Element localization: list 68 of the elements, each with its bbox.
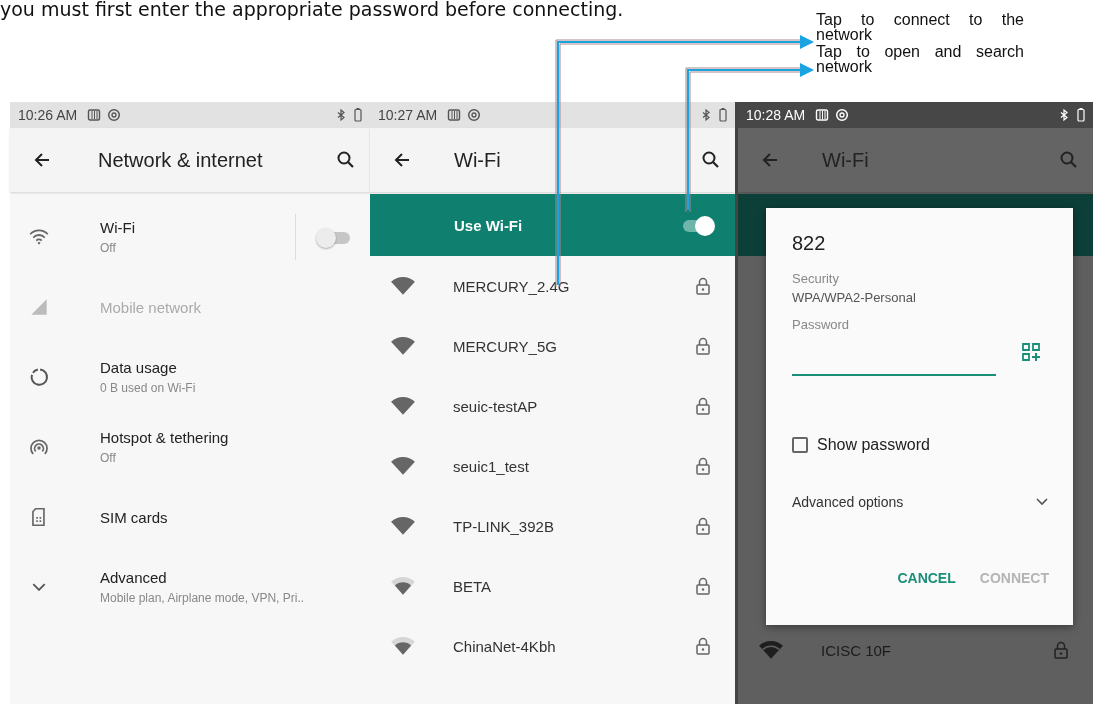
use-wifi-label: Use Wi-Fi <box>454 216 524 234</box>
settings-item[interactable]: Advanced Mobile plan, Airplane mode, VPN, Pri.. <box>10 552 370 622</box>
settings-item[interactable]: Wi-Fi Off <box>10 202 370 272</box>
network-name: seuic1_test <box>453 457 530 475</box>
screen-title: Network & internet <box>98 148 264 172</box>
search-icon[interactable] <box>336 150 356 170</box>
sim-status-icon <box>87 108 102 122</box>
chevron-down-icon <box>1035 497 1049 507</box>
network-name: TP-LINK_392B <box>453 517 555 535</box>
item-title: Data usage <box>100 359 178 376</box>
network-name: ICISC 10F <box>821 641 893 659</box>
battery-icon <box>1077 108 1085 122</box>
network-item[interactable]: seuic1_test <box>370 436 735 496</box>
network-item[interactable]: TP-LINK_392B <box>370 496 735 556</box>
network-name: ChinaNet-4Kbh <box>453 637 557 655</box>
status-time: 10:27 AM <box>378 107 438 123</box>
intro-text: you must first enter the appropriate password before connecting. <box>0 0 624 20</box>
callout-text: Tap to open and search network <box>816 44 1024 74</box>
item-subtitle: Off <box>100 241 117 255</box>
security-label: Security <box>792 271 839 286</box>
toggle-switch[interactable] <box>316 227 352 247</box>
security-value: WPA/WPA2-Personal <box>792 290 916 305</box>
item-subtitle: 0 B used on Wi-Fi <box>100 381 197 395</box>
settings-item[interactable]: Hotspot & tethering Off <box>10 412 370 482</box>
network-item[interactable]: MERCURY_2.4G <box>370 256 735 316</box>
search-icon[interactable] <box>701 150 721 170</box>
status-time: 10:28 AM <box>746 107 806 123</box>
screen-title: Wi-Fi <box>822 148 870 172</box>
circle-status-icon <box>107 108 122 122</box>
battery-icon <box>354 108 362 122</box>
network-name: MERCURY_5G <box>453 337 558 355</box>
item-title: SIM cards <box>100 508 169 526</box>
battery-icon <box>719 108 727 122</box>
screen-title: Wi-Fi <box>454 148 502 172</box>
item-title: Wi-Fi <box>100 219 136 236</box>
show-password-checkbox[interactable]: Show password <box>792 436 930 454</box>
item-title: Advanced <box>100 569 168 586</box>
settings-item[interactable]: Data usage 0 B used on Wi-Fi <box>10 342 370 412</box>
checkbox-label: Show password <box>817 436 930 454</box>
use-wifi-bar[interactable]: Use Wi-Fi <box>370 194 735 256</box>
advanced-options-row[interactable]: Advanced options <box>792 494 1053 510</box>
network-name: MERCURY_2.4G <box>453 277 571 295</box>
checkbox[interactable] <box>792 437 808 453</box>
settings-item[interactable]: SIM cards <box>10 482 370 552</box>
circle-status-icon <box>467 108 482 122</box>
network-name: BETA <box>453 577 493 595</box>
chevron-down-icon <box>32 583 46 591</box>
callout-text: Tap to connect to the network <box>816 12 1024 42</box>
item-subtitle: Off <box>100 451 117 465</box>
data-usage-icon <box>28 366 50 388</box>
network-name: seuic-testAP <box>453 397 539 415</box>
dialog-title: 822 <box>792 232 826 255</box>
network-item[interactable]: seuic-testAP <box>370 376 735 436</box>
sim-status-icon <box>815 108 830 122</box>
dialog-button[interactable]: CANCEL <box>893 564 960 592</box>
signal-icon <box>28 296 50 318</box>
item-subtitle: Mobile plan, Airplane mode, VPN, Pri.. <box>100 591 306 605</box>
network-item[interactable]: BETA <box>370 556 735 616</box>
sim-status-icon <box>447 108 462 122</box>
item-title: Hotspot & tethering <box>100 429 230 446</box>
qr-code-icon[interactable] <box>1021 342 1041 362</box>
network-item[interactable]: MERCURY_5G <box>370 316 735 376</box>
network-item[interactable]: ChinaNet-4Kbh <box>370 616 735 676</box>
item-title: Mobile network <box>100 298 202 316</box>
password-label: Password <box>792 317 850 332</box>
status-time: 10:26 AM <box>18 107 78 123</box>
circle-status-icon <box>835 108 850 122</box>
advanced-options-label: Advanced options <box>792 494 905 510</box>
